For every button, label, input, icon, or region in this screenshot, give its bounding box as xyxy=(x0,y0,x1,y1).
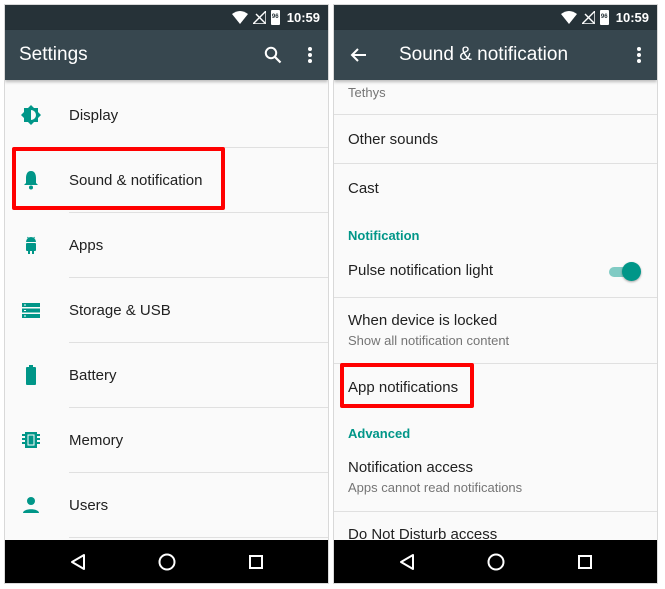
settings-item-label: Memory xyxy=(69,432,124,449)
category-advanced: Advanced xyxy=(348,426,411,441)
settings-item-label: Storage & USB xyxy=(69,302,171,319)
navigation-bar xyxy=(5,540,328,583)
status-bar: 96 10:59 xyxy=(5,5,328,30)
highlight-box-sound-notification xyxy=(12,147,225,210)
divider xyxy=(69,537,328,538)
settings-item-label: Display xyxy=(69,107,119,124)
settings-item-label: Battery xyxy=(69,367,117,384)
settings-item-memory[interactable]: Memory xyxy=(5,408,328,473)
preference-list: Tethys Other sounds Cast Notification Pu… xyxy=(334,80,657,540)
android-icon xyxy=(26,236,36,254)
more-vert-icon[interactable] xyxy=(298,43,322,67)
sound-notification-screen: 96 10:59 Sound & notification Tethys Oth… xyxy=(333,4,658,584)
navigation-bar xyxy=(334,540,657,583)
battery-icon: 96 xyxy=(599,10,609,25)
no-signal-icon xyxy=(581,11,595,24)
memory-chip-icon xyxy=(22,432,40,448)
settings-item-storage-usb[interactable]: Storage & USB xyxy=(5,278,328,343)
pref-summary: Apps cannot read notifications xyxy=(348,480,523,495)
page-title: Sound & notification xyxy=(399,44,569,65)
storage-icon xyxy=(22,303,40,318)
pref-ringtone-partial[interactable]: Tethys xyxy=(334,80,657,115)
pref-title: Cast xyxy=(348,180,379,197)
pref-pulse-light[interactable]: Pulse notification light xyxy=(334,248,657,298)
pulse-light-toggle[interactable] xyxy=(607,261,641,281)
settings-screen: 96 10:59 Settings Display Sound & notifi… xyxy=(4,4,329,584)
wifi-icon xyxy=(560,11,577,24)
status-bar: 96 10:59 xyxy=(334,5,657,30)
home-icon[interactable] xyxy=(156,551,178,573)
highlight-box-app-notifications xyxy=(340,363,474,408)
pref-title: Do Not Disturb access xyxy=(348,526,498,540)
pref-dnd-access[interactable]: Do Not Disturb access xyxy=(334,512,657,540)
toggle-thumb xyxy=(622,262,641,281)
battery-level: 96 xyxy=(600,14,608,20)
settings-item-users[interactable]: Users xyxy=(5,473,328,538)
status-clock: 10:59 xyxy=(615,10,649,25)
toolbar: Sound & notification xyxy=(334,30,657,80)
home-icon[interactable] xyxy=(485,551,507,573)
battery-level: 96 xyxy=(271,14,279,20)
arrow-back-icon[interactable] xyxy=(347,43,371,67)
pref-other-sounds[interactable]: Other sounds xyxy=(334,115,657,164)
settings-item-display[interactable]: Display xyxy=(5,83,328,148)
settings-item-label: Users xyxy=(69,497,109,514)
pref-title: Notification access xyxy=(348,459,474,476)
status-clock: 10:59 xyxy=(286,10,320,25)
category-notification: Notification xyxy=(348,228,420,243)
back-icon[interactable] xyxy=(396,551,418,573)
battery-icon xyxy=(26,365,36,385)
pref-title: Pulse notification light xyxy=(348,262,494,279)
search-icon[interactable] xyxy=(261,43,285,67)
pref-title: Other sounds xyxy=(348,131,439,148)
page-title: Settings xyxy=(19,44,88,65)
person-icon xyxy=(23,497,39,513)
wifi-icon xyxy=(231,11,248,24)
pref-when-locked[interactable]: When device is locked Show all notificat… xyxy=(334,298,657,364)
pref-summary: Show all notification content xyxy=(348,333,510,348)
pref-summary: Tethys xyxy=(348,85,386,100)
settings-item-battery[interactable]: Battery xyxy=(5,343,328,408)
brightness-icon xyxy=(21,105,41,125)
recents-icon[interactable] xyxy=(574,551,596,573)
battery-icon: 96 xyxy=(270,10,280,25)
settings-item-label: Apps xyxy=(69,237,104,254)
settings-item-apps[interactable]: Apps xyxy=(5,213,328,278)
toolbar: Settings xyxy=(5,30,328,80)
pref-cast[interactable]: Cast xyxy=(334,164,657,213)
more-vert-icon[interactable] xyxy=(627,43,651,67)
pref-title: When device is locked xyxy=(348,312,498,329)
pref-notification-access[interactable]: Notification access Apps cannot read not… xyxy=(334,446,657,512)
back-icon[interactable] xyxy=(67,551,89,573)
recents-icon[interactable] xyxy=(245,551,267,573)
no-signal-icon xyxy=(252,11,266,24)
